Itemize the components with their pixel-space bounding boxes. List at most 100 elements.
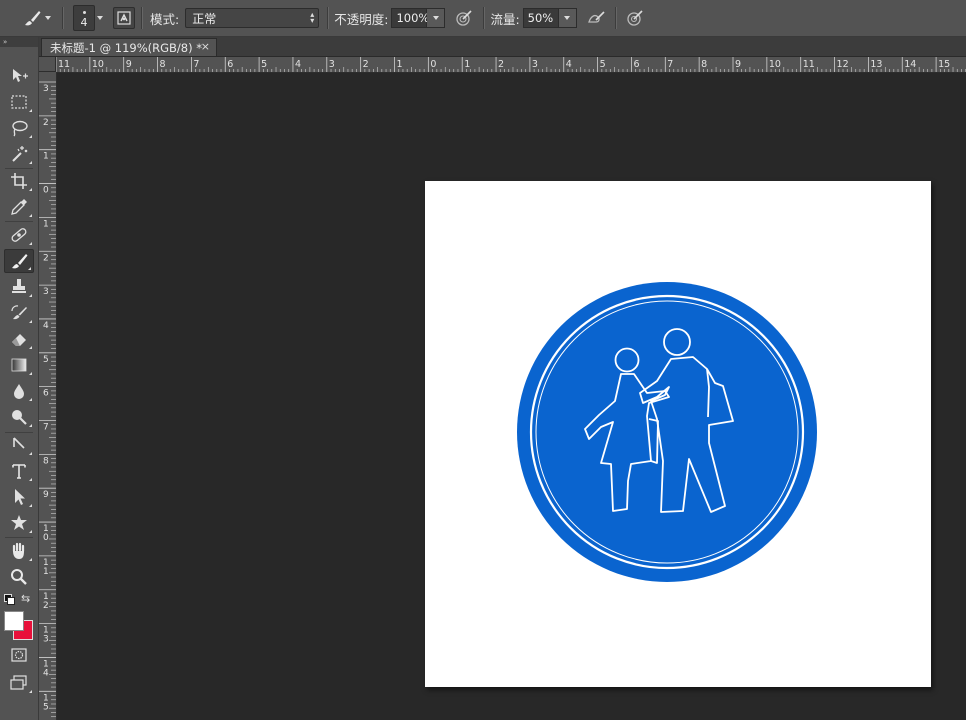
ruler-label: 2 — [43, 118, 49, 128]
magic-wand-tool[interactable] — [4, 142, 34, 166]
ruler-label: 9 — [735, 59, 741, 70]
ruler-label: 2 — [43, 601, 49, 611]
ruler-label: 14 — [904, 59, 916, 70]
ruler-label: 8 — [43, 456, 49, 466]
quick-mask-icon — [11, 648, 27, 662]
eraser-icon — [12, 334, 26, 346]
magic-wand-icon — [12, 146, 28, 162]
ruler-label: 5 — [43, 702, 49, 712]
separator — [62, 7, 63, 29]
ruler-label: 0 — [43, 186, 49, 196]
ruler-label: 9 — [126, 59, 132, 70]
brush-icon — [12, 254, 28, 269]
marquee-tool[interactable] — [4, 90, 34, 114]
document-tab-bar: 未标题-1 @ 119%(RGB/8) * × — [39, 37, 966, 57]
tool-preset-picker[interactable] — [16, 4, 56, 32]
ruler-label: 13 — [870, 59, 882, 70]
screen-mode-button[interactable] — [4, 671, 34, 695]
chevron-down-icon — [432, 16, 439, 20]
airbrush-icon — [587, 11, 605, 23]
lasso-tool[interactable] — [4, 116, 34, 140]
ruler-label: 7 — [193, 59, 199, 70]
foreground-color-swatch[interactable] — [4, 611, 24, 631]
ruler-label: 4 — [566, 59, 572, 70]
move-icon — [13, 69, 28, 82]
move-tool[interactable] — [4, 64, 34, 88]
chevron-down-icon — [95, 7, 105, 29]
ruler-label: 0 — [43, 533, 49, 543]
zoom-tool[interactable] — [4, 565, 34, 589]
pen-tool[interactable] — [4, 433, 34, 457]
dodge-tool[interactable] — [4, 405, 34, 429]
ruler-label: 5 — [600, 59, 606, 70]
chevron-down-icon — [564, 16, 571, 20]
vertical-ruler[interactable]: 3210123456789101112131415 — [39, 72, 57, 720]
ruler-label: 6 — [43, 389, 49, 399]
brush-tool[interactable] — [4, 249, 34, 273]
clone-stamp-tool[interactable] — [4, 275, 34, 299]
opacity-input[interactable]: 100% — [391, 8, 429, 28]
ruler-label: 12 — [837, 59, 849, 70]
path-selection-tool[interactable] — [4, 485, 34, 509]
brush-size-value: 4 — [80, 16, 88, 29]
ruler-label: 10 — [92, 59, 104, 70]
ruler-label: 8 — [701, 59, 707, 70]
type-icon — [12, 464, 26, 479]
ruler-label: 1 — [43, 219, 49, 229]
opacity-slider-toggle[interactable] — [427, 8, 446, 28]
eyedropper-tool[interactable] — [4, 195, 34, 219]
mode-value: 正常 — [192, 11, 217, 26]
updown-arrows-icon: ▴ ▾ — [310, 10, 315, 25]
ruler-label: 3 — [43, 635, 49, 645]
pressure-opacity-toggle[interactable] — [453, 7, 475, 29]
mode-select[interactable]: 正常 ▴ ▾ — [185, 8, 320, 28]
pedestrian-sign-image — [517, 282, 817, 582]
bandage-icon — [11, 228, 27, 242]
pressure-size-toggle[interactable] — [624, 7, 646, 29]
zoom-icon — [11, 569, 27, 585]
crop-tool[interactable] — [4, 169, 34, 193]
custom-shape-icon — [11, 515, 27, 530]
document-canvas[interactable] — [425, 181, 931, 687]
marquee-icon — [11, 95, 27, 109]
brush-size-picker[interactable]: 4 — [73, 5, 105, 31]
separator — [614, 7, 616, 29]
lasso-icon — [12, 120, 28, 137]
ruler-label: 9 — [43, 490, 49, 500]
ruler-label: 7 — [667, 59, 673, 70]
ruler-label: 15 — [938, 59, 950, 70]
gradient-tool[interactable] — [4, 353, 34, 377]
eraser-tool[interactable] — [4, 327, 34, 351]
brush-size-box: 4 — [73, 5, 95, 31]
shape-tool[interactable] — [4, 511, 34, 535]
ruler-label: 2 — [363, 59, 369, 70]
ruler-label: 7 — [43, 423, 49, 433]
ruler-label: 3 — [43, 84, 49, 94]
airbrush-toggle[interactable] — [585, 7, 607, 29]
quick-mask-button[interactable] — [4, 643, 34, 667]
brush-panel-toggle[interactable] — [113, 7, 135, 29]
horizontal-ruler[interactable]: 11 10 9 8 7 6 5 4 3 2 1 0 1 2 3 4 5 6 7 8 9 10 11 12 13 14 15 — [56, 57, 966, 73]
close-icon[interactable]: × — [201, 40, 210, 53]
ruler-label: 1 — [43, 152, 49, 162]
swap-colors-icon[interactable]: ⇆ — [21, 592, 30, 605]
type-tool[interactable] — [4, 459, 34, 483]
healing-brush-tool[interactable] — [4, 223, 34, 247]
flow-input[interactable]: 50% — [522, 8, 559, 28]
blur-tool[interactable] — [4, 379, 34, 403]
ruler-label: 1 — [397, 59, 403, 70]
gradient-icon — [11, 358, 27, 372]
tools-panel: » ⇆ — [0, 37, 39, 720]
default-colors-icon[interactable] — [4, 594, 15, 605]
hand-tool[interactable] — [4, 539, 34, 563]
vertical-ruler-ticks: 3210123456789101112131415 — [39, 81, 56, 718]
ruler-origin[interactable] — [39, 57, 56, 72]
ruler-label: 11 — [58, 59, 70, 70]
tools-collapse-button[interactable]: » — [0, 37, 38, 47]
ruler-label: 3 — [532, 59, 538, 70]
history-brush-tool[interactable] — [4, 301, 34, 325]
document-tab[interactable]: 未标题-1 @ 119%(RGB/8) * × — [41, 38, 217, 56]
separator — [483, 7, 485, 29]
options-bar: 4 模式: 正常 ▴ ▾ 不透明度: 100% 流量: 50% — [0, 0, 966, 37]
flow-slider-toggle[interactable] — [558, 8, 577, 28]
